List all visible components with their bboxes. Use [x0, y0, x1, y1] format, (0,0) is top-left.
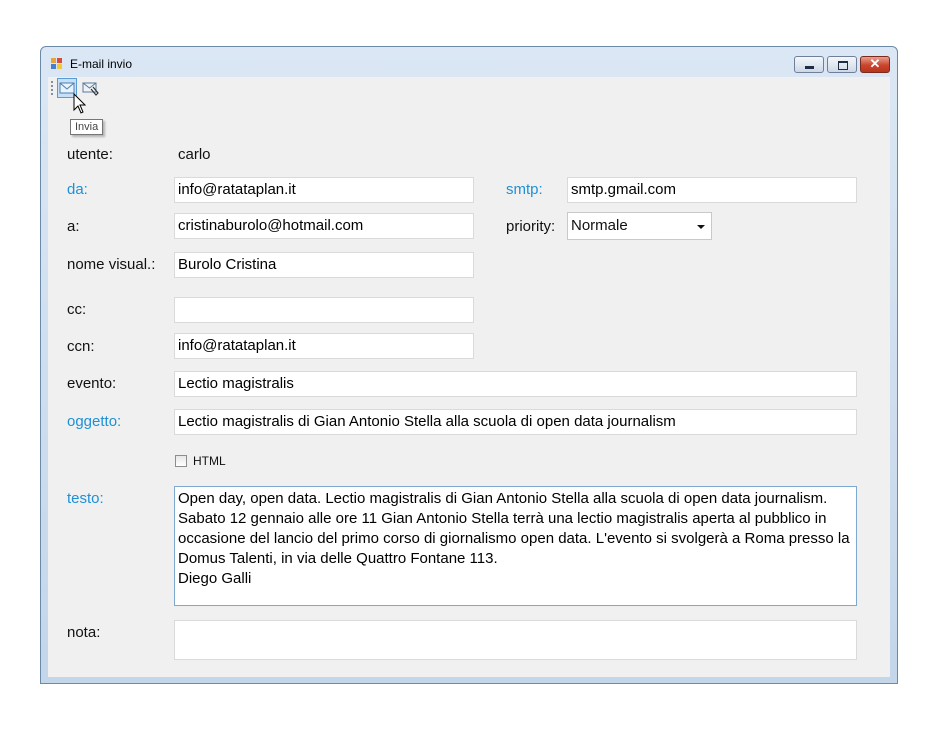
- form-client-area: Invia utente: carlo da: info@ratataplan.…: [48, 77, 890, 677]
- smtp-label: smtp:: [506, 181, 543, 198]
- ccn-field[interactable]: info@ratataplan.it: [174, 333, 474, 359]
- utente-value: carlo: [178, 146, 211, 163]
- nota-field[interactable]: [174, 620, 857, 660]
- nome-visual-label: nome visual.:: [67, 256, 156, 273]
- email-window: E-mail invio ✕ Invia utente: carlo da: i…: [40, 46, 898, 684]
- cc-label: cc:: [67, 301, 87, 318]
- a-label: a:: [67, 218, 80, 235]
- toolbar-grip[interactable]: [51, 81, 53, 95]
- maximize-icon: [838, 61, 848, 70]
- utente-label: utente:: [67, 146, 113, 163]
- nota-label: nota:: [67, 624, 101, 641]
- close-icon: ✕: [869, 56, 881, 71]
- evento-field[interactable]: Lectio magistralis: [174, 371, 857, 397]
- priority-select-value: Normale: [571, 217, 628, 234]
- minimize-icon: [805, 66, 814, 69]
- da-label: da:: [67, 181, 88, 198]
- cc-field[interactable]: [174, 297, 474, 323]
- smtp-field[interactable]: smtp.gmail.com: [567, 177, 857, 203]
- mouse-cursor-icon: [73, 93, 87, 114]
- priority-select[interactable]: Normale: [567, 212, 712, 240]
- html-checkbox-label[interactable]: HTML: [193, 454, 226, 468]
- chevron-down-icon: [697, 225, 705, 229]
- priority-label: priority:: [506, 218, 556, 235]
- nome-visual-field[interactable]: Burolo Cristina: [174, 252, 474, 278]
- html-checkbox[interactable]: [175, 455, 187, 467]
- window-title: E-mail invio: [70, 57, 133, 71]
- tooltip: Invia: [70, 119, 104, 135]
- app-icon: [51, 58, 63, 70]
- a-field[interactable]: cristinaburolo@hotmail.com: [174, 213, 474, 239]
- oggetto-field[interactable]: Lectio magistralis di Gian Antonio Stell…: [174, 409, 857, 435]
- ccn-label: ccn:: [67, 338, 95, 355]
- title-bar[interactable]: E-mail invio ✕: [41, 47, 897, 77]
- da-field[interactable]: info@ratataplan.it: [174, 177, 474, 203]
- evento-label: evento:: [67, 375, 117, 392]
- maximize-button[interactable]: [827, 56, 857, 73]
- close-button[interactable]: ✕: [860, 56, 890, 73]
- minimize-button[interactable]: [794, 56, 824, 73]
- testo-label: testo:: [67, 490, 104, 507]
- testo-textarea[interactable]: Open day, open data. Lectio magistralis …: [174, 486, 857, 606]
- oggetto-label: oggetto:: [67, 413, 122, 430]
- toolbar: [48, 77, 890, 99]
